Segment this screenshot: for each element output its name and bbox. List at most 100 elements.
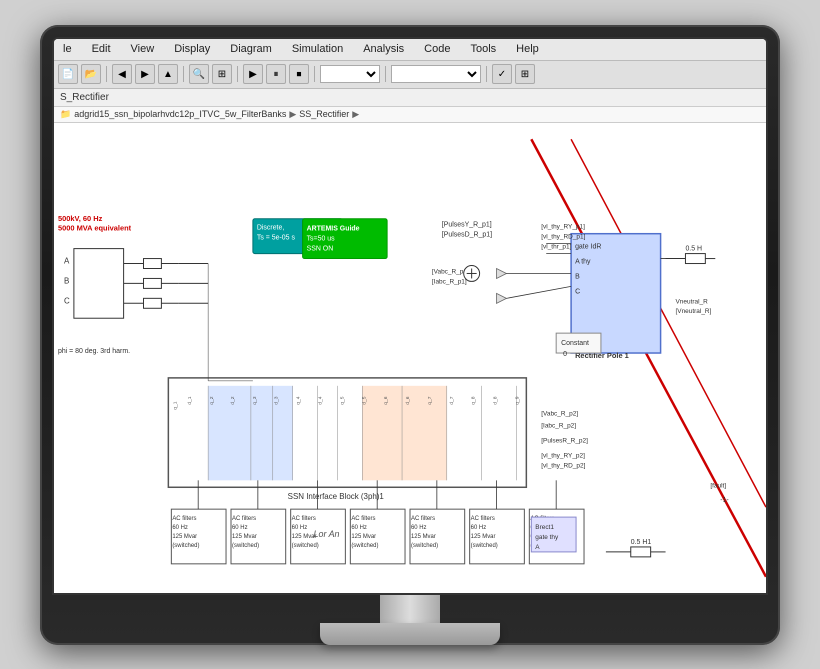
svg-text:500kV, 60 Hz: 500kV, 60 Hz bbox=[58, 213, 103, 222]
svg-text:gate IdR: gate IdR bbox=[575, 243, 601, 250]
svg-text:q_8: q_8 bbox=[471, 396, 477, 405]
svg-text:B: B bbox=[575, 273, 580, 280]
svg-text:SSN Interface Block (3ph)1: SSN Interface Block (3ph)1 bbox=[288, 492, 385, 501]
svg-text:Ts = 5e-05 s: Ts = 5e-05 s bbox=[257, 234, 296, 241]
svg-text:60 Hz: 60 Hz bbox=[411, 525, 427, 531]
svg-text:60 Hz: 60 Hz bbox=[471, 525, 487, 531]
svg-text:0.5 H1: 0.5 H1 bbox=[631, 538, 652, 545]
menu-item-le[interactable]: le bbox=[58, 41, 77, 57]
svg-text:60 Hz: 60 Hz bbox=[172, 525, 188, 531]
svg-text:q_1: q_1 bbox=[172, 401, 178, 410]
svg-text:AC filters: AC filters bbox=[471, 516, 495, 522]
breadcrumb-separator2: ▶ bbox=[352, 109, 359, 120]
circuit-diagram-svg: A B C 500kV, 60 Hz bbox=[54, 123, 766, 593]
toolbar-btn-stop[interactable]: ⏹ bbox=[289, 64, 309, 84]
menu-item-code[interactable]: Code bbox=[419, 41, 455, 57]
toolbar: 📄 📂 ◀ ▶ ▲ 🔍 ⊞ ▶ ⏸ ⏹ 6 Normal bbox=[54, 61, 766, 89]
svg-text:-1-: -1- bbox=[720, 497, 729, 504]
menu-bar: le Edit View Display Diagram Simulation … bbox=[54, 39, 766, 61]
svg-text:AC filters: AC filters bbox=[292, 516, 316, 522]
svg-text:[vl_thy_RD_p2]: [vl_thy_RD_p2] bbox=[541, 462, 585, 469]
breadcrumb-icon: 📁 bbox=[60, 109, 71, 120]
svg-text:[PulsesR_R_p2]: [PulsesR_R_p2] bbox=[541, 437, 588, 444]
svg-text:0.5 H: 0.5 H bbox=[685, 245, 702, 252]
svg-text:q_2: q_2 bbox=[209, 396, 215, 405]
svg-text:q_3: q_3 bbox=[252, 396, 258, 405]
svg-text:(switched): (switched) bbox=[292, 542, 319, 548]
toolbar-btn-zoom[interactable]: 🔍 bbox=[189, 64, 209, 84]
toolbar-btn-fit[interactable]: ⊞ bbox=[212, 64, 232, 84]
toolbar-mode-dropdown[interactable]: Normal bbox=[391, 65, 481, 83]
svg-text:[vl_thy_RY_p2]: [vl_thy_RY_p2] bbox=[541, 452, 585, 459]
screen: le Edit View Display Diagram Simulation … bbox=[54, 39, 766, 593]
svg-text:C: C bbox=[64, 296, 70, 305]
toolbar-zoom-dropdown[interactable]: 6 bbox=[320, 65, 380, 83]
breadcrumb-current[interactable]: SS_Rectifier bbox=[299, 109, 349, 119]
svg-text:Brect1: Brect1 bbox=[535, 524, 554, 531]
menu-item-view[interactable]: View bbox=[126, 41, 160, 57]
toolbar-btn-new[interactable]: 📄 bbox=[58, 64, 78, 84]
monitor-outer: le Edit View Display Diagram Simulation … bbox=[40, 25, 780, 645]
stand-base bbox=[320, 623, 500, 645]
svg-text:Ts=50 us: Ts=50 us bbox=[307, 235, 336, 242]
svg-text:(switched): (switched) bbox=[351, 542, 378, 548]
svg-text:d_7: d_7 bbox=[449, 396, 455, 405]
toolbar-btn-open[interactable]: 📂 bbox=[81, 64, 101, 84]
svg-text:Vneutral_R: Vneutral_R bbox=[676, 298, 709, 305]
toolbar-btn-check[interactable]: ✓ bbox=[492, 64, 512, 84]
menu-item-simulation[interactable]: Simulation bbox=[287, 41, 348, 57]
toolbar-btn-fwd[interactable]: ▶ bbox=[135, 64, 155, 84]
svg-text:[vl_thy_RY_p1]: [vl_thy_RY_p1] bbox=[541, 223, 585, 230]
svg-text:[vl_thy_RD_p1]: [vl_thy_RD_p1] bbox=[541, 233, 585, 240]
screen-content: le Edit View Display Diagram Simulation … bbox=[54, 39, 766, 593]
menu-item-analysis[interactable]: Analysis bbox=[358, 41, 409, 57]
svg-text:(switched): (switched) bbox=[471, 542, 498, 548]
svg-text:A: A bbox=[64, 256, 70, 265]
svg-text:Discrete,: Discrete, bbox=[257, 224, 285, 231]
svg-text:[Iabc_R_p2]: [Iabc_R_p2] bbox=[541, 422, 576, 429]
svg-text:B: B bbox=[64, 276, 69, 285]
toolbar-btn-grid[interactable]: ⊞ bbox=[515, 64, 535, 84]
svg-text:[PulsesD_R_p1]: [PulsesD_R_p1] bbox=[442, 231, 492, 238]
menu-item-tools[interactable]: Tools bbox=[465, 41, 501, 57]
svg-text:125 Mvar: 125 Mvar bbox=[232, 533, 257, 539]
svg-text:Lor An: Lor An bbox=[314, 528, 340, 538]
svg-text:q_4: q_4 bbox=[296, 396, 302, 405]
svg-text:q_7: q_7 bbox=[427, 396, 433, 405]
svg-text:d_2: d_2 bbox=[230, 396, 236, 405]
svg-text:Constant: Constant bbox=[561, 340, 589, 347]
svg-text:q_5: q_5 bbox=[339, 396, 345, 405]
svg-text:SSN ON: SSN ON bbox=[307, 245, 334, 252]
toolbar-btn-back[interactable]: ◀ bbox=[112, 64, 132, 84]
svg-text:C: C bbox=[575, 288, 580, 295]
menu-item-edit[interactable]: Edit bbox=[87, 41, 116, 57]
svg-text:phi = 80 deg. 3rd harm.: phi = 80 deg. 3rd harm. bbox=[58, 348, 130, 355]
toolbar-btn-pause[interactable]: ⏸ bbox=[266, 64, 286, 84]
menu-item-help[interactable]: Help bbox=[511, 41, 544, 57]
title-text: S_Rectifier bbox=[60, 92, 109, 103]
svg-text:(switched): (switched) bbox=[172, 542, 199, 548]
svg-text:125 Mvar: 125 Mvar bbox=[351, 533, 376, 539]
breadcrumb: 📁 adgrid15_ssn_bipolarhvdc12p_ITVC_5w_Fi… bbox=[54, 107, 766, 123]
svg-text:0: 0 bbox=[563, 351, 567, 358]
stand-neck bbox=[380, 595, 440, 623]
svg-text:60 Hz: 60 Hz bbox=[351, 525, 367, 531]
svg-text:q_6: q_6 bbox=[383, 396, 389, 405]
toolbar-btn-run[interactable]: ▶ bbox=[243, 64, 263, 84]
svg-text:A: A bbox=[535, 543, 540, 550]
svg-text:gate thy: gate thy bbox=[535, 533, 559, 540]
svg-text:[Vneutral_R]: [Vneutral_R] bbox=[676, 308, 712, 315]
menu-item-diagram[interactable]: Diagram bbox=[225, 41, 277, 57]
menu-item-display[interactable]: Display bbox=[169, 41, 215, 57]
svg-text:60 Hz: 60 Hz bbox=[292, 525, 308, 531]
svg-text:d_8: d_8 bbox=[493, 396, 499, 405]
svg-text:d_6: d_6 bbox=[405, 396, 411, 405]
svg-text:5000 MVA equivalent: 5000 MVA equivalent bbox=[58, 223, 132, 232]
svg-text:(switched): (switched) bbox=[232, 542, 259, 548]
svg-text:AC filters: AC filters bbox=[411, 516, 435, 522]
breadcrumb-path[interactable]: adgrid15_ssn_bipolarhvdc12p_ITVC_5w_Filt… bbox=[74, 109, 286, 119]
svg-text:(switched): (switched) bbox=[411, 542, 438, 548]
svg-text:[Iabc_R_p1]: [Iabc_R_p1] bbox=[432, 278, 467, 285]
title-bar: S_Rectifier bbox=[54, 89, 766, 107]
toolbar-btn-up[interactable]: ▲ bbox=[158, 64, 178, 84]
